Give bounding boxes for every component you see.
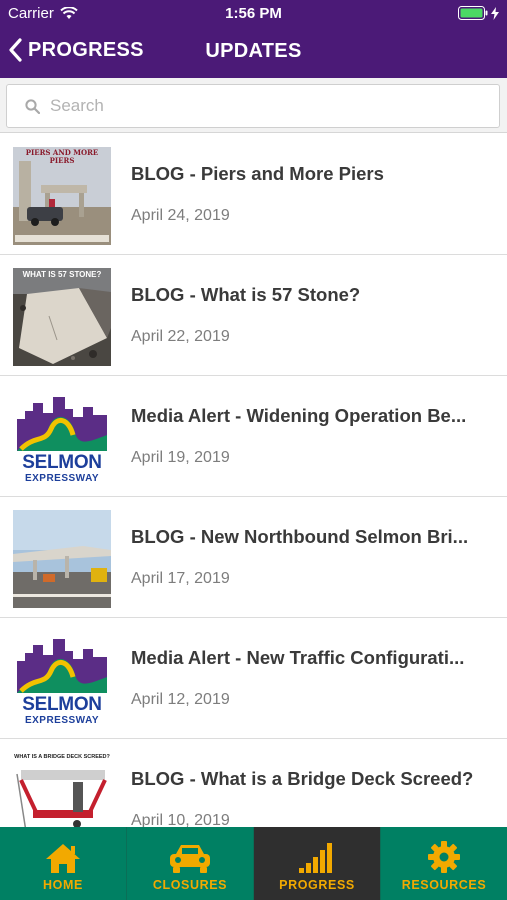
item-title: Media Alert - Widening Operation Be... xyxy=(131,405,467,426)
car-icon xyxy=(170,845,210,873)
tab-home-label: HOME xyxy=(43,878,83,892)
item-date: April 17, 2019 xyxy=(131,570,230,587)
page-title: UPDATES xyxy=(205,40,302,62)
logo-subtext: EXPRESSWAY xyxy=(24,473,100,484)
list-item[interactable]: PIERS AND MORE PIERS BLOG - Piers and Mo… xyxy=(0,134,507,255)
item-date: April 22, 2019 xyxy=(131,328,230,345)
thumbnail-caption: WHAT IS A BRIDGE DECK SCREED? xyxy=(14,754,110,760)
tab-bar: HOME CLOSURES PROGRESS RESOURCES xyxy=(0,827,507,900)
item-title: BLOG - What is a Bridge Deck Screed? xyxy=(131,768,474,789)
tab-home[interactable]: HOME xyxy=(0,827,127,900)
logo-text: SELMON xyxy=(22,694,102,715)
clock: 1:56 PM xyxy=(225,5,282,22)
tab-closures-label: CLOSURES xyxy=(152,878,228,892)
list-item[interactable]: BLOG - New Northbound Selmon Bri... Apri… xyxy=(0,497,507,618)
tab-progress[interactable]: PROGRESS xyxy=(254,827,381,900)
item-date: April 24, 2019 xyxy=(131,207,230,224)
logo-text: SELMON xyxy=(22,452,102,473)
tab-progress-label: PROGRESS xyxy=(279,878,355,892)
navigation-bar: PROGRESS UPDATES xyxy=(0,28,507,78)
list-item[interactable]: WHAT IS A BRIDGE DECK SCREED? BLOG - Wha… xyxy=(0,739,507,827)
item-date: April 10, 2019 xyxy=(131,812,230,827)
charging-bolt-icon xyxy=(491,6,499,20)
home-icon xyxy=(46,844,80,873)
thumbnail-image xyxy=(13,510,111,608)
thumbnail-image: WHAT IS A BRIDGE DECK SCREED? xyxy=(13,752,111,827)
gear-icon xyxy=(428,841,460,873)
item-title: BLOG - New Northbound Selmon Bri... xyxy=(131,526,469,547)
search-bar xyxy=(0,78,507,133)
item-title: BLOG - Piers and More Piers xyxy=(131,163,384,184)
search-field[interactable] xyxy=(6,84,500,128)
list-item[interactable]: WHAT IS 57 STONE? BLOG - What is 57 Ston… xyxy=(0,255,507,376)
thumbnail-caption: PIERS AND MORE PIERS xyxy=(25,148,99,165)
thumbnail-image: SELMON EXPRESSWAY xyxy=(13,389,111,487)
search-icon xyxy=(25,98,40,114)
thumbnail-image: WHAT IS 57 STONE? xyxy=(13,268,111,366)
thumbnail-image: SELMON EXPRESSWAY xyxy=(13,631,111,729)
search-input[interactable] xyxy=(50,96,470,116)
battery-indicator xyxy=(458,6,499,20)
tab-resources[interactable]: RESOURCES xyxy=(381,827,507,900)
item-date: April 12, 2019 xyxy=(131,691,230,708)
item-date: April 19, 2019 xyxy=(131,449,230,466)
item-title: Media Alert - New Traffic Configurati... xyxy=(131,647,465,668)
thumbnail-image: PIERS AND MORE PIERS xyxy=(13,147,111,245)
status-bar: Carrier 1:56 PM xyxy=(0,0,507,28)
logo-subtext: EXPRESSWAY xyxy=(24,715,100,726)
battery-icon xyxy=(458,6,488,20)
thumbnail-caption: WHAT IS 57 STONE? xyxy=(22,270,102,279)
signal-bars-icon xyxy=(299,843,332,873)
updates-list: PIERS AND MORE PIERS BLOG - Piers and Mo… xyxy=(0,134,507,827)
list-item[interactable]: SELMON EXPRESSWAY Media Alert - New Traf… xyxy=(0,618,507,739)
tab-resources-label: RESOURCES xyxy=(401,878,487,892)
tab-closures[interactable]: CLOSURES xyxy=(127,827,254,900)
item-title: BLOG - What is 57 Stone? xyxy=(131,284,361,305)
list-item[interactable]: SELMON EXPRESSWAY Media Alert - Widening… xyxy=(0,376,507,497)
